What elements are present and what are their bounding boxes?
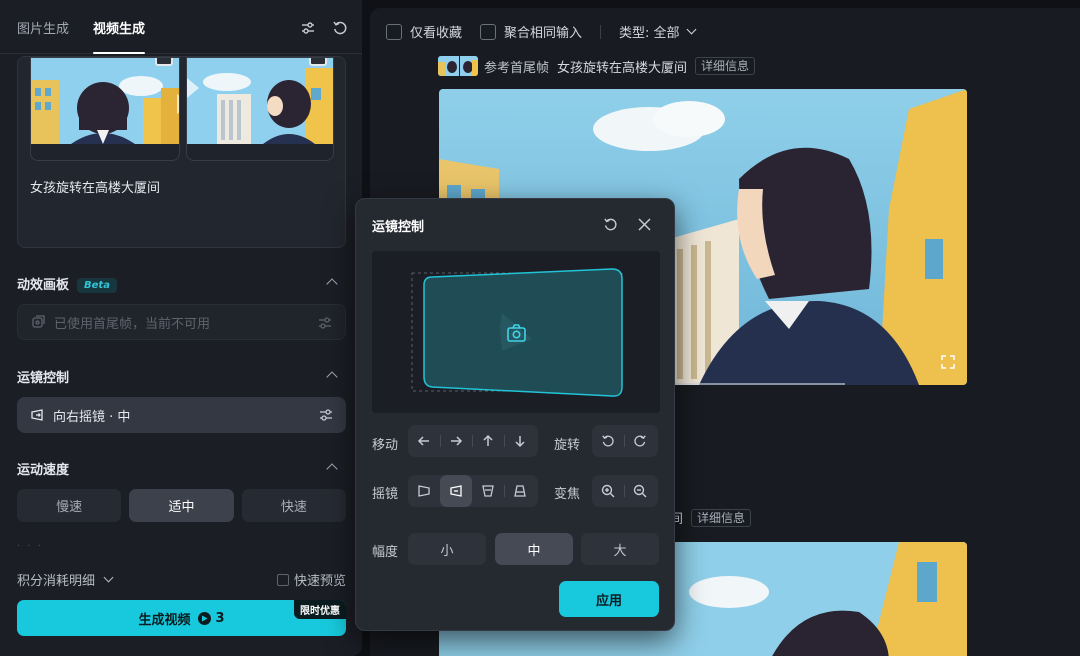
generate-video-label: 生成视频 [138,612,191,628]
favorites-checkbox[interactable] [386,23,402,40]
motion-board-field: 已使用首尾帧，当前不可用 [17,304,346,340]
camera-control-field[interactable]: 向右摇镜 · 中 [17,397,346,433]
motion-board-title-text: 动效画板 [17,278,70,293]
promo-badge: 限时优惠 [294,600,346,619]
generate-cost: 3 [198,610,225,626]
move-label: 移动 [372,438,399,453]
zoom-out-icon[interactable] [624,475,656,507]
move-buttons [408,425,538,457]
merge-checkbox[interactable] [480,23,497,40]
reset-icon[interactable] [332,20,348,36]
merge-inputs-filter[interactable]: 聚合相同输入 [480,22,582,41]
zoom-in-icon[interactable] [592,475,624,507]
fast-preview-option[interactable]: 快速预览 [276,570,346,589]
arrow-left-icon[interactable] [408,425,440,457]
chevron-up-icon[interactable] [326,371,338,383]
pan-left-icon[interactable] [408,475,440,507]
motion-board-title: 动效画板 Beta [17,274,117,293]
chevron-down-icon [103,572,114,583]
fast-preview-label: 快速预览 [293,574,346,589]
pan-buttons [408,475,538,507]
tab-actions [300,20,348,36]
result-1-prompt: 女孩旋转在高楼大厦间 [557,60,688,76]
reference-frames-label: 参考首尾帧 [484,60,550,76]
filter-bar: 仅看收藏 聚合相同输入 类型: 全部 [386,22,713,41]
first-frame-thumbnail[interactable] [30,57,180,161]
frame-badge-icon [155,58,173,66]
arrow-up-icon[interactable] [472,425,504,457]
reset-icon[interactable] [602,216,618,232]
favorites-label: 仅看收藏 [410,26,463,41]
favorites-only-filter[interactable]: 仅看收藏 [386,22,462,41]
merge-label: 聚合相同输入 [504,26,583,41]
amplitude-medium-button[interactable]: 中 [495,533,573,565]
frame-badge-icon [309,58,327,66]
apply-button[interactable]: 应用 [559,581,659,617]
last-frame-thumbnail[interactable] [186,57,334,161]
result-1-details-button[interactable]: 详细信息 [695,57,756,75]
credit-details-label: 积分消耗明细 [17,574,96,589]
rotate-label: 旋转 [554,438,581,453]
pan-right-icon [29,407,45,423]
chevron-up-icon[interactable] [326,463,338,475]
generation-tabs: 图片生成 视频生成 [0,0,362,54]
chevron-down-icon [686,24,696,35]
zoom-buttons [592,475,658,507]
amplitude-label: 幅度 [372,545,399,560]
fast-preview-checkbox[interactable] [276,573,289,586]
credit-details-toggle[interactable]: 积分消耗明细 [17,570,114,589]
reference-mini-thumbnail [438,56,478,76]
filter-divider [600,24,602,39]
tilt-down-icon[interactable] [504,475,536,507]
reference-frames-box: 女孩旋转在高楼大厦间 [17,56,346,248]
amplitude-small-button[interactable]: 小 [408,533,486,565]
result-2-details-button[interactable]: 详细信息 [691,508,752,527]
rotate-ccw-icon[interactable] [592,425,624,457]
pan-right-icon[interactable] [440,475,472,507]
tab-video-generation[interactable]: 视频生成 [93,0,146,54]
amplitude-large-button[interactable]: 大 [581,533,659,565]
chevron-up-icon[interactable] [326,278,338,290]
fullscreen-icon[interactable] [941,354,955,373]
pan-label: 摇镜 [372,487,399,502]
speed-medium-button[interactable]: 适中 [129,489,234,522]
rotate-buttons [592,425,658,457]
sliders-icon [317,315,333,335]
type-filter-dropdown[interactable]: 类型: 全部 [619,22,696,41]
prompt-text[interactable]: 女孩旋转在高楼大厦间 [30,177,160,196]
motion-speed-title: 运动速度 [17,463,70,478]
modal-title: 运镜控制 [372,220,425,235]
modal-actions [602,216,652,232]
close-icon[interactable] [636,216,652,232]
generate-cost-value: 3 [215,610,225,626]
rotate-cw-icon[interactable] [624,425,656,457]
type-filter-label: 类型: 全部 [619,26,680,41]
sliders-icon[interactable] [318,407,334,427]
credit-coin-icon [198,611,212,625]
result-1-header: 参考首尾帧 女孩旋转在高楼大厦间 详细信息 [438,56,756,76]
camera-control-modal: 运镜控制 移动 旋转 摇镜 变焦 幅度 小 中 大 应用 [355,198,675,631]
motion-board-icon [30,314,46,330]
camera-control-title: 运镜控制 [17,371,70,386]
generate-video-button[interactable]: 生成视频 3 限时优惠 [17,600,346,636]
zoom-label: 变焦 [554,487,581,502]
arrow-right-icon[interactable] [440,425,472,457]
motion-speed-options: 慢速 适中 快速 [17,489,346,522]
camera-control-value: 向右摇镜 · 中 [53,409,131,425]
tilt-up-icon[interactable] [472,475,504,507]
speed-fast-button[interactable]: 快速 [241,489,346,522]
speed-slow-button[interactable]: 慢速 [17,489,122,522]
left-panel: 图片生成 视频生成 女孩旋转在高楼大厦间 动效画板 Beta 已使用首尾帧，当前… [0,0,362,656]
sliders-icon[interactable] [300,20,316,36]
divider-dots: · · · [17,541,43,552]
camera-preview [372,251,660,413]
tab-image-generation[interactable]: 图片生成 [17,0,69,54]
result-2-header: 间 详细信息 [670,508,752,527]
beta-badge: Beta [77,278,117,293]
motion-board-placeholder: 已使用首尾帧，当前不可用 [54,316,211,332]
arrow-down-icon[interactable] [504,425,536,457]
